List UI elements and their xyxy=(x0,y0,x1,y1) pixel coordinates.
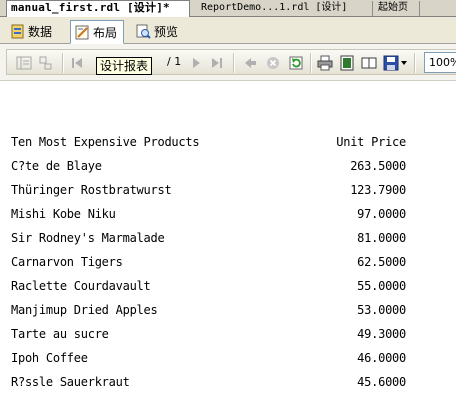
view-tab-strip: 数据 布局 预览 xyxy=(0,17,456,44)
table-row: Ipoh Coffee 46.0000 xyxy=(11,350,406,366)
print-icon[interactable] xyxy=(317,55,333,71)
last-page-icon[interactable] xyxy=(209,55,225,71)
toolbar-separator xyxy=(233,53,235,73)
unit-price: 46.0000 xyxy=(357,351,406,365)
table-row: R?ssle Sauerkraut 45.6000 xyxy=(11,374,406,390)
unit-price: 49.3000 xyxy=(357,327,406,341)
page-count-label: / 1 xyxy=(167,55,182,68)
product-name: R?ssle Sauerkraut xyxy=(11,375,130,389)
back-icon[interactable] xyxy=(242,55,258,71)
unit-price: 62.5000 xyxy=(357,255,406,269)
product-name: Sir Rodney's Marmalade xyxy=(11,231,165,245)
next-page-icon[interactable] xyxy=(188,55,204,71)
report-header-row: Ten Most Expensive Products Unit Price xyxy=(11,134,406,150)
preview-toolbar: / 1 100% xyxy=(0,44,456,81)
product-name: C?te de Blaye xyxy=(11,159,102,173)
unit-price: 263.5000 xyxy=(350,159,406,173)
report-designer-window: manual_first.rdl [设计]* ReportDemo...1.rd… xyxy=(0,0,456,406)
toolbar-separator xyxy=(414,53,416,73)
tab-layout[interactable]: 布局 xyxy=(70,20,125,44)
layout-icon xyxy=(75,25,90,40)
document-tab-strip: manual_first.rdl [设计]* ReportDemo...1.rd… xyxy=(0,0,456,17)
tab-layout-label: 布局 xyxy=(93,25,118,40)
tab-data[interactable]: 数据 xyxy=(6,20,58,42)
table-row: Thüringer Rostbratwurst 123.7900 xyxy=(11,182,406,198)
header-unit-price: Unit Price xyxy=(336,135,406,149)
stop-icon[interactable] xyxy=(265,55,281,71)
table-row: C?te de Blaye 263.5000 xyxy=(11,158,406,174)
unit-price: 81.0000 xyxy=(357,231,406,245)
table-row: Manjimup Dried Apples 53.0000 xyxy=(11,302,406,318)
tab-preview-label: 预览 xyxy=(154,24,179,39)
product-name: Carnarvon Tigers xyxy=(11,255,123,269)
preview-icon xyxy=(136,24,151,39)
product-name: Raclette Courdavault xyxy=(11,279,151,293)
unit-price: 97.0000 xyxy=(357,207,406,221)
tab-data-label: 数据 xyxy=(28,24,53,39)
table-row: Tarte au sucre 49.3000 xyxy=(11,326,406,342)
header-product-name: Ten Most Expensive Products xyxy=(11,135,200,149)
tab-preview[interactable]: 预览 xyxy=(132,20,184,42)
toolbar-separator xyxy=(62,53,64,73)
table-row: Sir Rodney's Marmalade 81.0000 xyxy=(11,230,406,246)
zoom-select[interactable]: 100% xyxy=(424,52,456,73)
product-name: Tarte au sucre xyxy=(11,327,109,341)
unit-price: 123.7900 xyxy=(350,183,406,197)
doc-tab-report-demo[interactable]: ReportDemo...1.rdl [设计] xyxy=(197,1,373,16)
doc-tab-start-page[interactable]: 起始页 xyxy=(374,1,420,16)
document-map-icon[interactable] xyxy=(16,55,32,71)
unit-price: 55.0000 xyxy=(357,279,406,293)
unit-price: 45.6000 xyxy=(357,375,406,389)
product-name: Ipoh Coffee xyxy=(11,351,88,365)
first-page-icon[interactable] xyxy=(69,55,85,71)
tooltip-design-report: 设计报表 xyxy=(96,57,153,75)
refresh-icon[interactable] xyxy=(288,55,304,71)
toolbar-separator xyxy=(310,53,312,73)
export-dropdown-icon[interactable] xyxy=(399,55,409,71)
print-layout-icon[interactable] xyxy=(339,55,355,71)
page-setup-icon[interactable] xyxy=(361,55,377,71)
table-row: Raclette Courdavault 55.0000 xyxy=(11,278,406,294)
product-name: Manjimup Dried Apples xyxy=(11,303,158,317)
product-name: Thüringer Rostbratwurst xyxy=(11,183,172,197)
table-row: Mishi Kobe Niku 97.0000 xyxy=(11,206,406,222)
product-name: Mishi Kobe Niku xyxy=(11,207,116,221)
report-preview: Ten Most Expensive Products Unit Price C… xyxy=(0,82,456,406)
export-icon[interactable] xyxy=(383,55,399,71)
data-icon xyxy=(10,24,25,39)
doc-tab-manual-first[interactable]: manual_first.rdl [设计]* xyxy=(6,0,190,17)
table-row: Carnarvon Tigers 62.5000 xyxy=(11,254,406,270)
unit-price: 53.0000 xyxy=(357,303,406,317)
parent-report-icon[interactable] xyxy=(37,55,53,71)
